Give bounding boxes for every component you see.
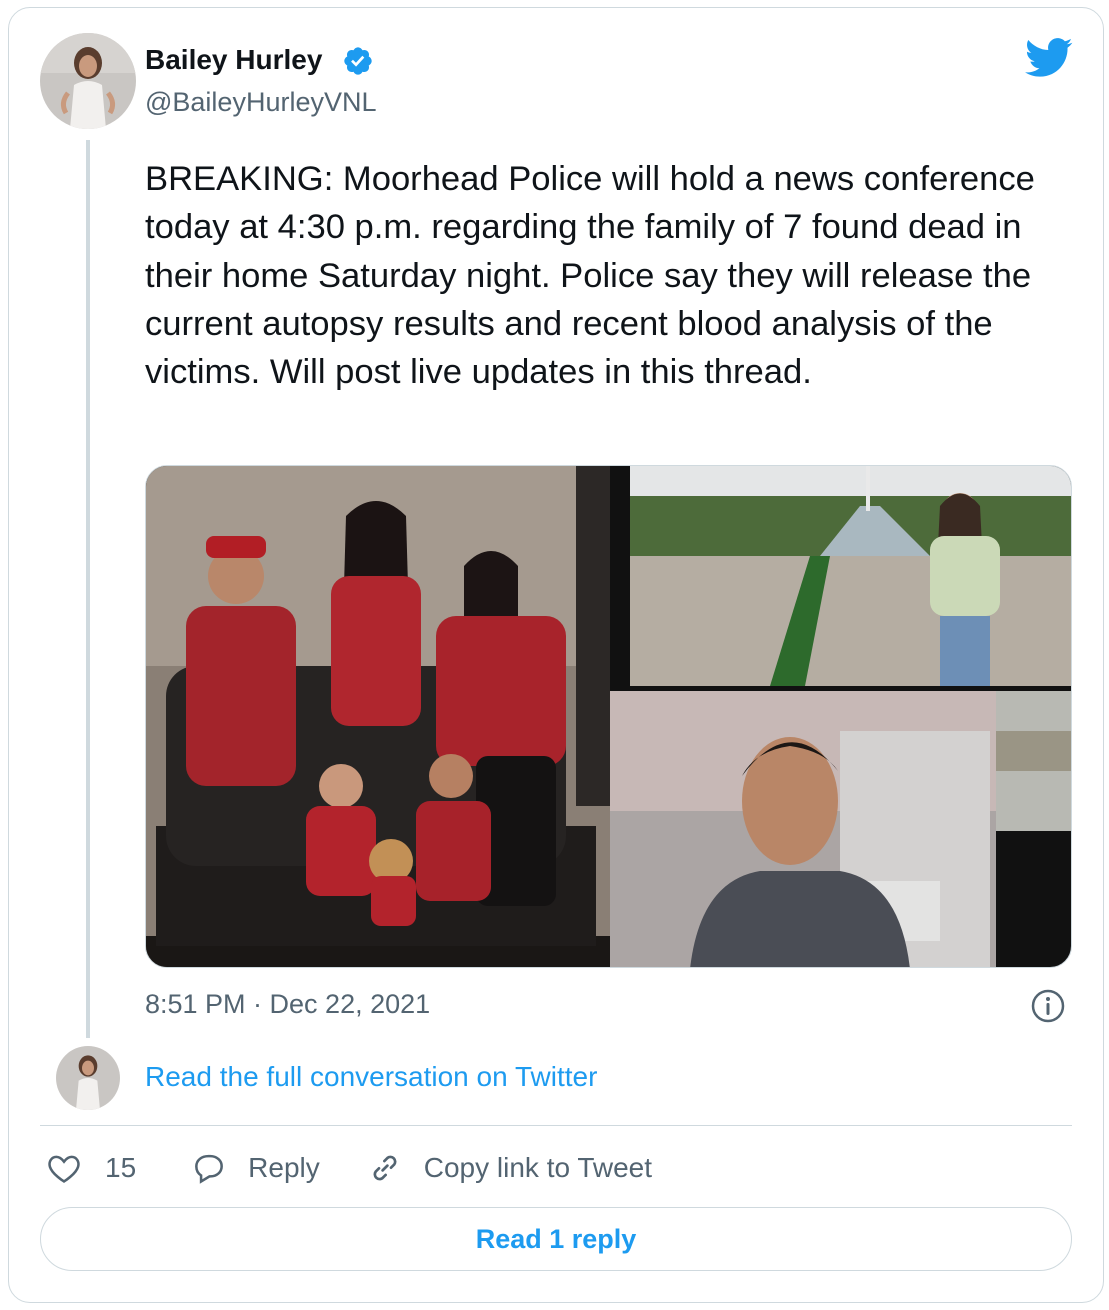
like-button[interactable]: 15 (45, 1149, 136, 1187)
thread-line (86, 140, 90, 1038)
reflecting-pool-photo[interactable] (630, 466, 1071, 686)
reply-avatar[interactable] (56, 1046, 120, 1110)
read-full-conversation-link[interactable]: Read the full conversation on Twitter (145, 1059, 597, 1095)
tweet-timestamp[interactable]: 8:51 PM · Dec 22, 2021 (145, 986, 430, 1022)
reply-label: Reply (248, 1152, 320, 1183)
read-replies-button[interactable]: Read 1 reply (40, 1207, 1072, 1271)
tweet-actions: 15 Reply Copy link to Tweet (45, 1146, 652, 1190)
link-icon (373, 1155, 397, 1181)
family-photo[interactable] (146, 466, 610, 967)
author-avatar[interactable] (40, 33, 136, 129)
copy-link-button[interactable]: Copy link to Tweet (366, 1149, 652, 1187)
twitter-logo-icon[interactable] (1025, 38, 1073, 78)
like-count: 15 (105, 1152, 137, 1183)
water-photo (996, 691, 1071, 831)
info-icon[interactable] (1030, 988, 1066, 1024)
reply-button[interactable]: Reply (190, 1149, 320, 1187)
author-name[interactable]: Bailey Hurley (145, 42, 322, 78)
selfie-photo[interactable] (610, 691, 996, 967)
heart-icon (48, 1155, 80, 1183)
copy-link-label: Copy link to Tweet (423, 1152, 653, 1183)
reply-bubble-icon (195, 1154, 224, 1184)
verified-badge-icon (344, 47, 372, 75)
tweet-media[interactable] (145, 465, 1072, 968)
author-handle[interactable]: @BaileyHurleyVNL (145, 84, 377, 120)
divider (40, 1125, 1072, 1126)
tweet-text: BREAKING: Moorhead Police will hold a ne… (145, 160, 1035, 392)
